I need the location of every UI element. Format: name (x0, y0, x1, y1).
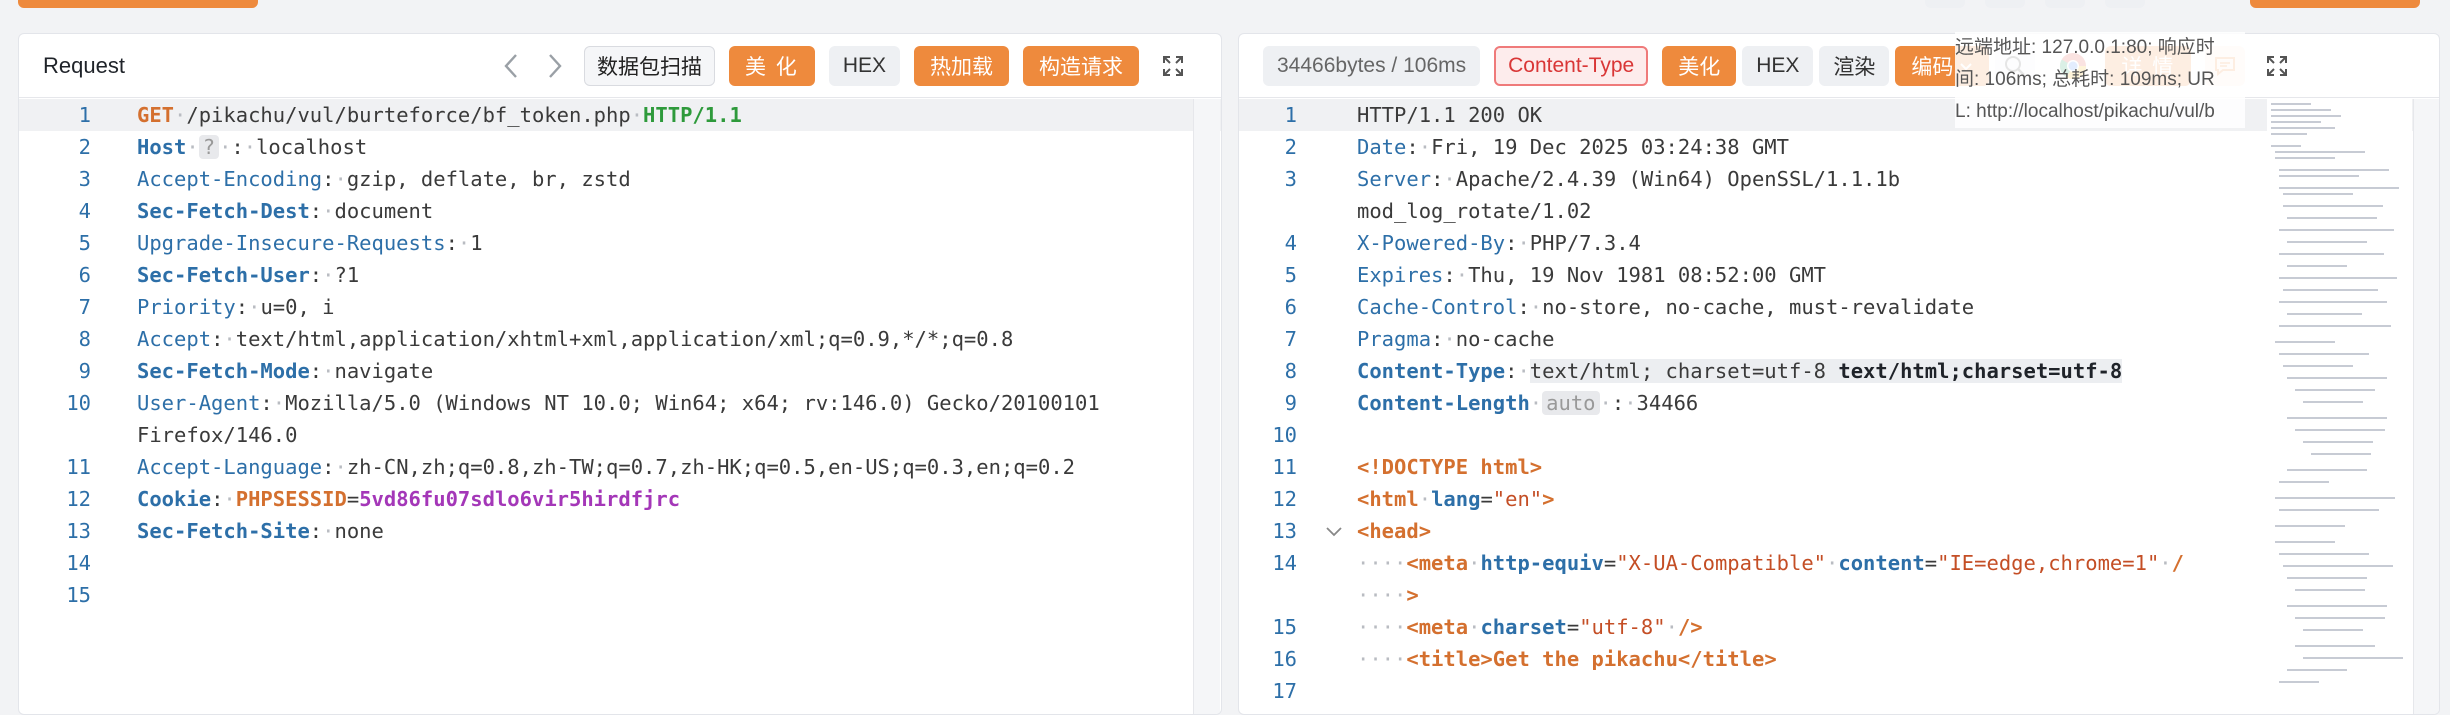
code-line: mod_log_rotate/1.02 (1357, 199, 1592, 223)
request-editor[interactable]: 1 GET·/pikachu/vul/burteforce/bf_token.ph… (19, 99, 1221, 714)
code-line: 12 <html·lang="en"> (1272, 487, 1555, 511)
response-scrollbar[interactable] (2413, 99, 2439, 714)
request-scrollbar[interactable] (1193, 99, 1220, 714)
response-toolbar: 34466bytes / 106ms Content-Type 美化 HEX 渲… (1239, 34, 2439, 98)
code-line: 2 Host·? ·:·localhost (78, 135, 368, 159)
code-line: 4 X-Powered-By:·PHP/7.3.4 (1284, 231, 1641, 255)
code-line: ····> (1357, 583, 1419, 607)
request-toolbar: Request 数据包扫描 美 化 HEX 热加载 构造请求 (19, 34, 1221, 98)
top-edge-tab[interactable] (1925, 0, 1965, 8)
code-line: 5 Upgrade-Insecure-Requests:·1 (78, 231, 483, 255)
header-hint-chip[interactable]: ? (198, 135, 220, 159)
content-type-hint: text/html;charset=utf-8 (1838, 359, 2123, 383)
expand-icon[interactable] (1153, 46, 1193, 86)
code-line: 15 (66, 583, 91, 607)
code-line: 1 GET·/pikachu/vul/burteforce/bf_token.ph… (19, 99, 1221, 131)
code-line: 3 Accept-Encoding:·gzip, deflate, br, zst… (78, 167, 631, 191)
top-edge-button[interactable] (18, 0, 258, 8)
code-line: 5 Expires:·Thu, 19 Nov 1981 08:52:00 GMT (1284, 263, 1827, 287)
response-editor[interactable]: 1 HTTP/1.1 200 OK 2 Date:·Fri, 19 Dec 2025… (1239, 99, 2439, 714)
hex-button[interactable]: HEX (1742, 45, 1814, 86)
packet-scan-button[interactable]: 数据包扫描 (583, 45, 715, 86)
code-line: 10 User-Agent:·Mozilla/5.0 (Windows NT 10… (66, 391, 1100, 415)
request-title: Request (43, 52, 125, 78)
content-type-button[interactable]: Content-Type (1494, 45, 1649, 86)
code-line: 16 ····<title>Get the pikachu</title> (1272, 647, 1777, 671)
code-line: 11 Accept-Language:·zh-CN,zh;q=0.8,zh-TW;… (66, 455, 1076, 479)
top-edge-tab[interactable] (1985, 0, 2025, 8)
content-length-auto-chip[interactable]: auto (1542, 391, 1600, 415)
code-line: 9 Content-Length· auto ·:·34466 (1284, 391, 1699, 415)
code-line: 14 (66, 551, 91, 575)
code-minimap[interactable] (2267, 99, 2412, 714)
code-line: 2 Date:·Fri, 19 Dec 2025 03:24:38 GMT (1284, 135, 1789, 159)
encode-label: 编码 (1911, 55, 1954, 79)
code-line: 3 Server:·Apache/2.4.39 (Win64) OpenSSL/1… (1284, 167, 1901, 191)
forward-arrow-icon[interactable] (540, 46, 570, 86)
code-line: 17 (1272, 679, 1297, 703)
code-line: 12 Cookie:·PHPSESSID=5vd86fu07sdlo6vir5hi… (66, 487, 681, 511)
top-edge (0, 0, 2450, 10)
top-edge-tab[interactable] (2045, 0, 2085, 8)
hotload-button[interactable]: 热加载 (914, 45, 1009, 86)
beautify-button[interactable]: 美化 (1662, 45, 1737, 86)
code-line: 1 HTTP/1.1 200 OK (1239, 99, 2439, 131)
render-button[interactable]: 渲染 (1819, 45, 1890, 86)
code-line: 14 ····<meta·http-equiv="X-UA-Compatible"… (1272, 551, 2184, 575)
code-line: 15 ····<meta·charset="utf-8"·/> (1272, 615, 1703, 639)
code-line: 7 Priority:·u=0, i (78, 295, 335, 319)
response-panel: 34466bytes / 106ms Content-Type 美化 HEX 渲… (1238, 33, 2440, 715)
code-line: 7 Pragma:·no-cache (1284, 327, 1555, 351)
code-line: 13 <head> (1239, 515, 2439, 547)
hex-button[interactable]: HEX (828, 45, 900, 86)
back-arrow-icon[interactable] (496, 46, 526, 86)
beautify-button[interactable]: 美 化 (728, 45, 815, 86)
response-info-tooltip: 远端地址: 127.0.0.1:80; 响应时 间: 106ms; 总耗时: 1… (1955, 32, 2245, 128)
top-edge-tab[interactable] (2105, 0, 2145, 8)
fold-chevron-icon[interactable] (1325, 515, 1343, 547)
code-line: 8 Content-Type:·text/html; charset=utf-8 … (1284, 359, 2123, 383)
code-line: 6 Cache-Control:·no-store, no-cache, must… (1284, 295, 1975, 319)
code-line: 8 Accept:·text/html,application/xhtml+xml… (78, 327, 1014, 351)
build-request-button[interactable]: 构造请求 (1023, 45, 1139, 86)
request-panel: Request 数据包扫描 美 化 HEX 热加载 构造请求 1 GET·/pik… (18, 33, 1222, 715)
code-line: 10 (1272, 423, 1297, 447)
code-line: Firefox/146.0 (137, 423, 298, 447)
top-edge-button[interactable] (2250, 0, 2420, 8)
expand-icon[interactable] (2257, 46, 2297, 86)
code-line: 13 Sec-Fetch-Site:·none (66, 519, 384, 543)
code-line: 6 Sec-Fetch-User:·?1 (78, 263, 360, 287)
response-size-label: 34466bytes / 106ms (1263, 45, 1481, 86)
code-line: 9 Sec-Fetch-Mode:·navigate (78, 359, 434, 383)
code-line: 11 <!DOCTYPE html> (1272, 455, 1543, 479)
code-line: 4 Sec-Fetch-Dest:·document (78, 199, 434, 223)
